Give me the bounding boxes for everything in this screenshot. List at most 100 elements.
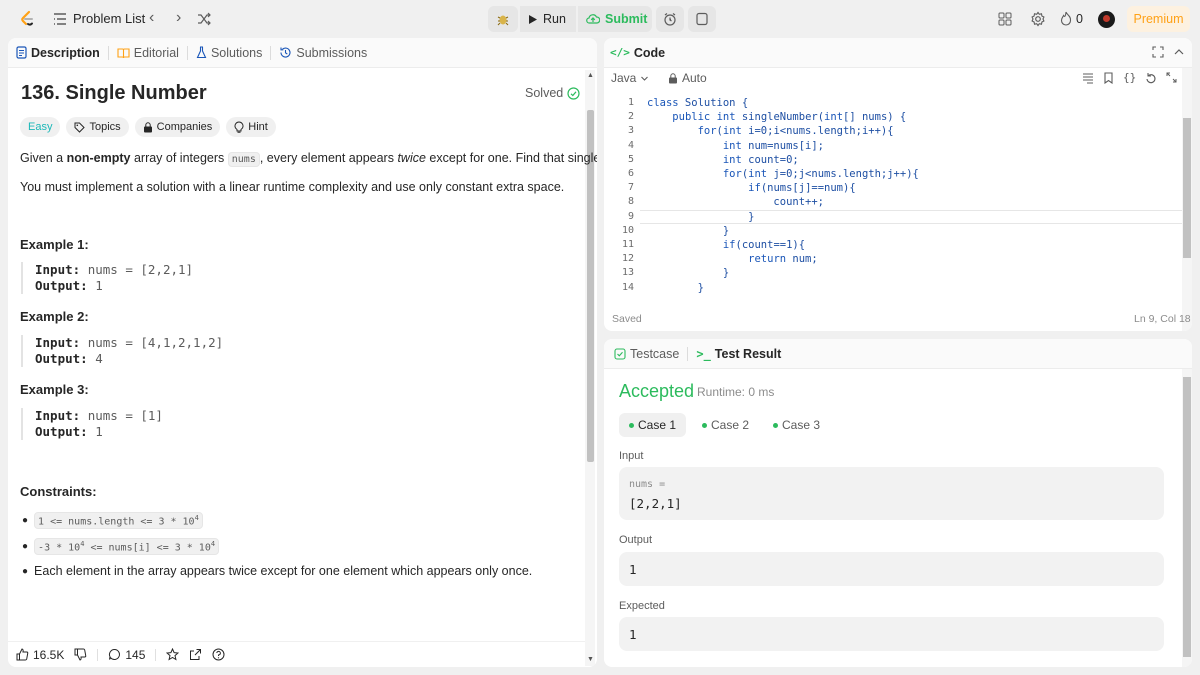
tab-editorial[interactable]: Editorial bbox=[109, 38, 187, 68]
companies-tag[interactable]: Companies bbox=[134, 117, 221, 137]
constraint-item: ● Each element in the array appears twic… bbox=[22, 564, 533, 578]
tab-solutions[interactable]: Solutions bbox=[188, 38, 270, 68]
leetcode-logo[interactable] bbox=[17, 9, 37, 29]
code-line[interactable]: public int singleNumber(int[] nums) { bbox=[647, 111, 906, 125]
alarm-clock-icon bbox=[664, 13, 676, 26]
test-scrollbar[interactable] bbox=[1182, 369, 1192, 667]
topics-tag[interactable]: Topics bbox=[66, 117, 129, 137]
hint-tag[interactable]: Hint bbox=[226, 117, 276, 137]
note-icon bbox=[696, 12, 708, 26]
code-line[interactable]: return num; bbox=[647, 253, 818, 267]
layout-grid-icon[interactable] bbox=[998, 12, 1012, 29]
tab-test-result[interactable]: >_ Test Result bbox=[688, 339, 789, 369]
debug-button[interactable] bbox=[488, 6, 518, 32]
editor-toolbar: {} bbox=[1082, 71, 1177, 84]
input-field[interactable]: nums = [2,2,1] bbox=[619, 467, 1164, 520]
problem-list-link[interactable]: Problem List bbox=[73, 11, 145, 26]
code-line[interactable]: int num=nums[i]; bbox=[647, 140, 824, 154]
problem-title[interactable]: 136. Single Number bbox=[21, 82, 207, 105]
comments-button[interactable]: 145 bbox=[108, 648, 145, 662]
top-bar: Problem List ‹ › Run Submit 0 Premium bbox=[0, 0, 1200, 38]
example-2-title: Example 2: bbox=[20, 309, 89, 324]
premium-button[interactable]: Premium bbox=[1127, 6, 1190, 32]
thumbs-down-icon[interactable] bbox=[74, 648, 87, 661]
code-line[interactable]: class Solution { bbox=[647, 97, 748, 111]
next-problem-icon[interactable]: › bbox=[176, 9, 181, 27]
share-icon[interactable] bbox=[189, 648, 202, 661]
line-number: 4 bbox=[627, 139, 634, 151]
list-icon bbox=[53, 12, 67, 29]
code-line[interactable]: if(nums[j]==num){ bbox=[647, 182, 855, 196]
line-number: 6 bbox=[627, 168, 634, 179]
run-button[interactable]: Run bbox=[520, 6, 576, 32]
help-icon[interactable] bbox=[212, 648, 225, 661]
terminal-icon: >_ bbox=[696, 346, 711, 361]
like-button[interactable]: 16.5K bbox=[16, 648, 64, 662]
constraint-item: ● 1 <= nums.length <= 3 * 104 bbox=[22, 512, 203, 530]
scroll-up-icon[interactable]: ▲ bbox=[587, 72, 594, 79]
code-line[interactable]: } bbox=[647, 267, 729, 281]
line-number: 13 bbox=[621, 267, 634, 279]
cursor-position: Ln 9, Col 18 bbox=[1134, 313, 1191, 325]
constraint-item: ● -3 * 104 <= nums[i] <= 3 * 104 bbox=[22, 538, 220, 556]
tag-row: Easy Topics Companies Hint bbox=[20, 117, 276, 137]
bookmark-icon[interactable] bbox=[1103, 71, 1114, 84]
braces-icon[interactable]: {} bbox=[1123, 71, 1136, 84]
autocomplete-mode[interactable]: Auto bbox=[668, 71, 707, 85]
code-line[interactable]: count++; bbox=[647, 196, 824, 210]
tab-testcase[interactable]: Testcase bbox=[604, 339, 687, 369]
input-var-name: nums = bbox=[629, 479, 666, 490]
document-icon bbox=[16, 46, 27, 59]
code-line[interactable]: } bbox=[647, 211, 754, 225]
line-number: 2 bbox=[627, 111, 634, 123]
check-circle-icon bbox=[567, 86, 580, 100]
comment-icon bbox=[109, 648, 121, 660]
user-avatar[interactable] bbox=[1098, 11, 1115, 28]
code-line[interactable]: } bbox=[647, 282, 704, 296]
verdict: Accepted bbox=[619, 381, 695, 401]
prev-problem-icon[interactable]: ‹ bbox=[149, 9, 154, 27]
output-value: 1 bbox=[629, 562, 637, 577]
expected-field[interactable]: 1 bbox=[619, 617, 1164, 651]
lock-icon bbox=[669, 72, 677, 83]
play-icon bbox=[529, 14, 537, 24]
streak-counter[interactable]: 0 bbox=[1060, 11, 1083, 26]
language-select[interactable]: Java bbox=[611, 71, 649, 85]
code-line[interactable]: int count=0; bbox=[647, 154, 799, 168]
code-brackets-icon: </> bbox=[610, 46, 630, 59]
line-number: 8 bbox=[627, 196, 634, 208]
collapse-chevron-icon[interactable] bbox=[1173, 46, 1185, 61]
tab-code[interactable]: </> Code bbox=[604, 38, 673, 68]
settings-gear-icon[interactable] bbox=[1030, 11, 1046, 30]
expand-icon[interactable] bbox=[1152, 46, 1164, 61]
star-icon[interactable] bbox=[166, 648, 180, 661]
fullscreen-icon[interactable] bbox=[1166, 72, 1177, 83]
case-3-tab[interactable]: Case 3 bbox=[763, 413, 830, 437]
scroll-down-icon[interactable]: ▼ bbox=[587, 656, 594, 663]
timer-button[interactable] bbox=[656, 6, 684, 32]
code-line[interactable]: for(int i=0;i<nums.length;i++){ bbox=[647, 125, 894, 139]
line-number: 5 bbox=[627, 153, 634, 165]
scrollbar-thumb[interactable] bbox=[1183, 118, 1191, 258]
case-1-tab[interactable]: Case 1 bbox=[619, 413, 687, 437]
editor-scrollbar[interactable] bbox=[1182, 68, 1192, 331]
runtime-text: Runtime: 0 ms bbox=[697, 385, 775, 399]
line-number: 7 bbox=[627, 182, 634, 194]
fire-icon bbox=[1060, 11, 1072, 26]
format-icon[interactable] bbox=[1082, 72, 1094, 84]
case-2-tab[interactable]: Case 2 bbox=[692, 413, 759, 437]
code-line[interactable]: if(count==1){ bbox=[647, 239, 805, 253]
difficulty-badge[interactable]: Easy bbox=[20, 117, 61, 137]
tab-submissions[interactable]: Submissions bbox=[271, 38, 375, 68]
notes-button[interactable] bbox=[688, 6, 716, 32]
code-line[interactable]: for(int j=0;j<nums.length;j++){ bbox=[647, 168, 919, 182]
reset-icon[interactable] bbox=[1145, 72, 1157, 84]
line-number: 3 bbox=[627, 125, 634, 137]
shuffle-icon[interactable] bbox=[197, 12, 211, 29]
output-field[interactable]: 1 bbox=[619, 552, 1164, 586]
tab-description[interactable]: Description bbox=[8, 38, 108, 68]
lightbulb-icon bbox=[234, 121, 244, 133]
code-line[interactable]: } bbox=[647, 225, 729, 239]
scrollbar-thumb[interactable] bbox=[1183, 377, 1191, 657]
submit-button[interactable]: Submit bbox=[578, 6, 652, 32]
